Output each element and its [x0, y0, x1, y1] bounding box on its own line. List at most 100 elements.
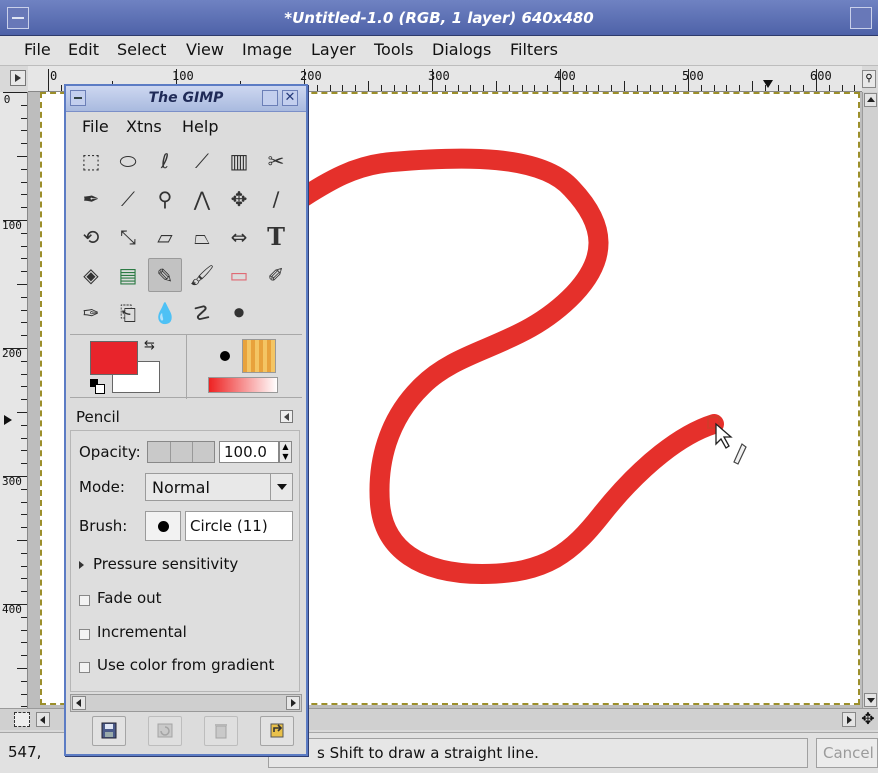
active-gradient-preview[interactable] — [208, 377, 278, 393]
red-stroke-path — [272, 148, 724, 584]
tool-options-menu-icon[interactable] — [280, 410, 293, 423]
foreground-color-swatch[interactable] — [90, 341, 138, 375]
zoom-icon[interactable]: ⚲ — [862, 70, 876, 88]
quickmask-toggle-icon[interactable] — [14, 712, 30, 727]
pressure-sensitivity-expander[interactable]: Pressure sensitivity — [79, 555, 238, 573]
pencil-cursor-icon — [733, 443, 747, 465]
toolbox-menu-help[interactable]: Help — [182, 117, 218, 136]
ellipse-select-icon[interactable]: ⬭ — [111, 144, 145, 178]
mode-select[interactable]: Normal — [145, 473, 293, 501]
crop-icon[interactable]: ∕ — [259, 182, 293, 216]
use-gradient-checkbox[interactable] — [79, 662, 90, 673]
ruler-tick — [457, 85, 459, 91]
reset-options-button[interactable] — [260, 716, 294, 746]
bucket-fill-icon[interactable]: ◈ — [74, 258, 108, 292]
rect-select-icon[interactable]: ⬚ — [74, 144, 108, 178]
v-ruler-label: 200 — [2, 347, 22, 360]
scroll-left-icon[interactable] — [72, 696, 86, 710]
shear-icon[interactable]: ▱ — [148, 220, 182, 254]
menu-filters[interactable]: Filters — [510, 40, 558, 59]
ink-icon[interactable]: ✑ — [74, 296, 108, 330]
toolbox-menu-file[interactable]: File — [82, 117, 109, 136]
v-ruler-label: 400 — [2, 603, 22, 616]
ruler-tick — [21, 168, 27, 170]
dodge-burn-icon[interactable]: ⚫ — [222, 296, 256, 330]
smudge-icon[interactable]: ☡ — [185, 296, 219, 330]
save-options-button[interactable] — [92, 716, 126, 746]
fuzzy-select-icon[interactable]: ⟋ — [185, 144, 219, 178]
scale-icon[interactable]: ⤡ — [111, 220, 145, 254]
brush-select-button[interactable] — [145, 511, 181, 541]
scroll-right-icon[interactable] — [842, 712, 856, 727]
airbrush-icon[interactable]: ✐ — [259, 258, 293, 292]
menu-tools[interactable]: Tools — [374, 40, 413, 59]
paths-icon[interactable]: ✒ — [74, 182, 108, 216]
paintbrush-icon[interactable]: 🖌 — [185, 258, 219, 292]
perspective-icon[interactable]: ⏢ — [185, 220, 219, 254]
maximize-icon[interactable] — [262, 90, 278, 106]
zoom-icon[interactable]: ⚲ — [148, 182, 182, 216]
opacity-value-field[interactable]: 100.0 — [219, 441, 279, 463]
image-window-titlebar[interactable]: *Untitled-1.0 (RGB, 1 layer) 640x480 — [0, 0, 878, 36]
blur-sharpen-icon[interactable]: 💧 — [148, 296, 182, 330]
active-brush-preview[interactable] — [220, 351, 230, 361]
menu-select[interactable]: Select — [117, 40, 166, 59]
scissors-select-icon[interactable]: ✂ — [259, 144, 293, 178]
default-colors-icon[interactable] — [90, 379, 105, 394]
incremental-checkbox[interactable] — [79, 629, 90, 640]
menu-layer[interactable]: Layer — [311, 40, 356, 59]
measure-icon[interactable]: ⋀ — [185, 182, 219, 216]
swap-colors-icon[interactable]: ⇆ — [144, 338, 155, 353]
free-select-icon[interactable]: ℓ — [148, 144, 182, 178]
ruler-tick — [21, 296, 27, 298]
restore-options-button[interactable] — [148, 716, 182, 746]
pencil-icon[interactable]: ✎ — [148, 258, 182, 292]
menu-edit[interactable]: Edit — [68, 40, 99, 59]
ruler-tick — [432, 69, 433, 91]
blend-icon[interactable]: ▤ — [111, 258, 145, 292]
brush-name-field[interactable]: Circle (11) — [185, 511, 293, 541]
opacity-slider[interactable] — [147, 441, 215, 463]
v-ruler-label: 100 — [2, 219, 22, 232]
clone-icon[interactable]: ⎗ — [111, 296, 145, 330]
chevron-down-icon[interactable] — [270, 474, 293, 500]
use-gradient-label[interactable]: Use color from gradient — [97, 656, 274, 674]
menu-view[interactable]: View — [186, 40, 224, 59]
delete-options-button[interactable] — [204, 716, 238, 746]
vertical-ruler[interactable]: 0 100 200 300 400 — [0, 92, 28, 710]
vertical-scrollbar[interactable] — [862, 92, 878, 708]
text-icon[interactable]: T — [259, 220, 293, 254]
navigate-icon[interactable]: ✥ — [860, 710, 876, 728]
image-menu-arrow-icon[interactable] — [10, 70, 26, 86]
color-picker-icon[interactable]: ⟋ — [111, 182, 145, 216]
opacity-spinner[interactable]: ▲ ▼ — [279, 441, 292, 463]
fade-out-label[interactable]: Fade out — [97, 589, 162, 607]
close-icon[interactable]: ✕ — [282, 90, 298, 106]
scroll-up-icon[interactable] — [864, 93, 877, 107]
toolbox-menu-xtns[interactable]: Xtns — [126, 117, 162, 136]
ruler-tick — [406, 85, 408, 91]
maximize-icon[interactable] — [850, 7, 872, 29]
menu-dialogs[interactable]: Dialogs — [432, 40, 491, 59]
ruler-tick — [21, 181, 27, 183]
menu-file[interactable]: File — [24, 40, 51, 59]
flip-icon[interactable]: ⇔ — [222, 220, 256, 254]
cancel-button[interactable]: Cancel — [816, 738, 878, 768]
scroll-down-icon[interactable] — [864, 693, 877, 707]
rotate-icon[interactable]: ⟲ — [74, 220, 108, 254]
fade-out-checkbox[interactable] — [79, 595, 90, 606]
tool-options-scrollbar[interactable] — [70, 694, 302, 712]
eraser-icon[interactable]: ▭ — [222, 258, 256, 292]
ruler-tick — [21, 578, 27, 580]
scroll-right-icon[interactable] — [286, 696, 300, 710]
toolbox-titlebar[interactable]: The GIMP ✕ — [66, 86, 306, 112]
ruler-tick — [21, 514, 27, 516]
menu-image[interactable]: Image — [242, 40, 292, 59]
active-pattern-preview[interactable] — [242, 339, 276, 373]
move-icon[interactable]: ✥ — [222, 182, 256, 216]
ruler-tick — [21, 399, 27, 401]
ruler-tick — [21, 104, 27, 106]
incremental-label[interactable]: Incremental — [97, 623, 187, 641]
select-by-color-icon[interactable]: ▥ — [222, 144, 256, 178]
scroll-left-icon[interactable] — [36, 712, 50, 727]
